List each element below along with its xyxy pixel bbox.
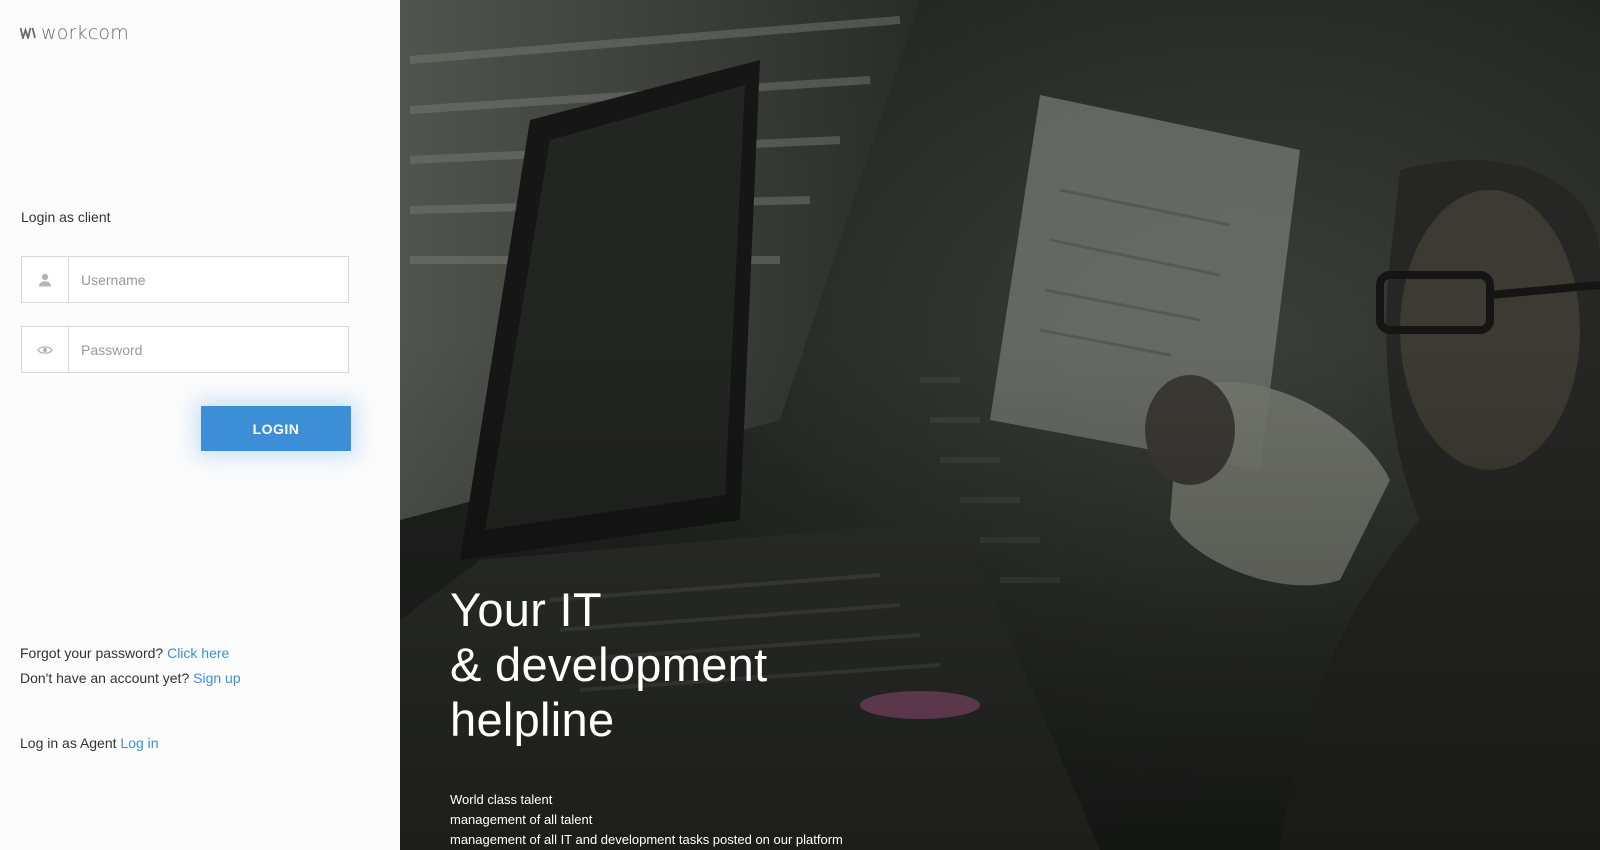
hero-title: Your IT & development helpline: [450, 582, 767, 747]
agent-login-row: Log in as Agent Log in: [20, 735, 159, 751]
brand-logo[interactable]: workcom: [20, 22, 129, 44]
signup-row: Don't have an account yet? Sign up: [20, 670, 241, 686]
hero-title-line: Your IT: [450, 583, 602, 636]
signup-text: Don't have an account yet?: [20, 670, 190, 686]
password-input[interactable]: [69, 327, 348, 372]
agent-login-text: Log in as Agent: [20, 735, 117, 751]
login-heading: Login as client: [21, 209, 111, 225]
login-button[interactable]: LOGIN: [201, 406, 351, 451]
hero-title-line: helpline: [450, 693, 615, 746]
eye-icon: [22, 327, 69, 372]
hero-description-line: management of all IT and development tas…: [450, 832, 843, 847]
hero-description-line: management of all talent: [450, 812, 593, 827]
workcom-logo-mark-icon: [20, 27, 36, 39]
signup-link[interactable]: Sign up: [193, 670, 240, 686]
login-panel: workcom Login as client LOGIN: [0, 0, 400, 850]
hero-section: Your IT & development helpline World cla…: [400, 0, 1600, 850]
forgot-password-row: Forgot your password? Click here: [20, 645, 229, 661]
username-field[interactable]: [21, 256, 349, 303]
hero-description-line: World class talent: [450, 792, 553, 807]
forgot-password-text: Forgot your password?: [20, 645, 164, 661]
user-icon: [22, 257, 69, 302]
forgot-password-link[interactable]: Click here: [167, 645, 229, 661]
brand-name: workcom: [41, 22, 129, 44]
username-input[interactable]: [69, 257, 348, 302]
hero-title-line: & development: [450, 638, 768, 691]
password-field[interactable]: [21, 326, 349, 373]
agent-login-link[interactable]: Log in: [120, 735, 158, 751]
login-page: workcom Login as client LOGIN: [0, 0, 1600, 850]
hero-description: World class talent management of all tal…: [450, 790, 843, 850]
